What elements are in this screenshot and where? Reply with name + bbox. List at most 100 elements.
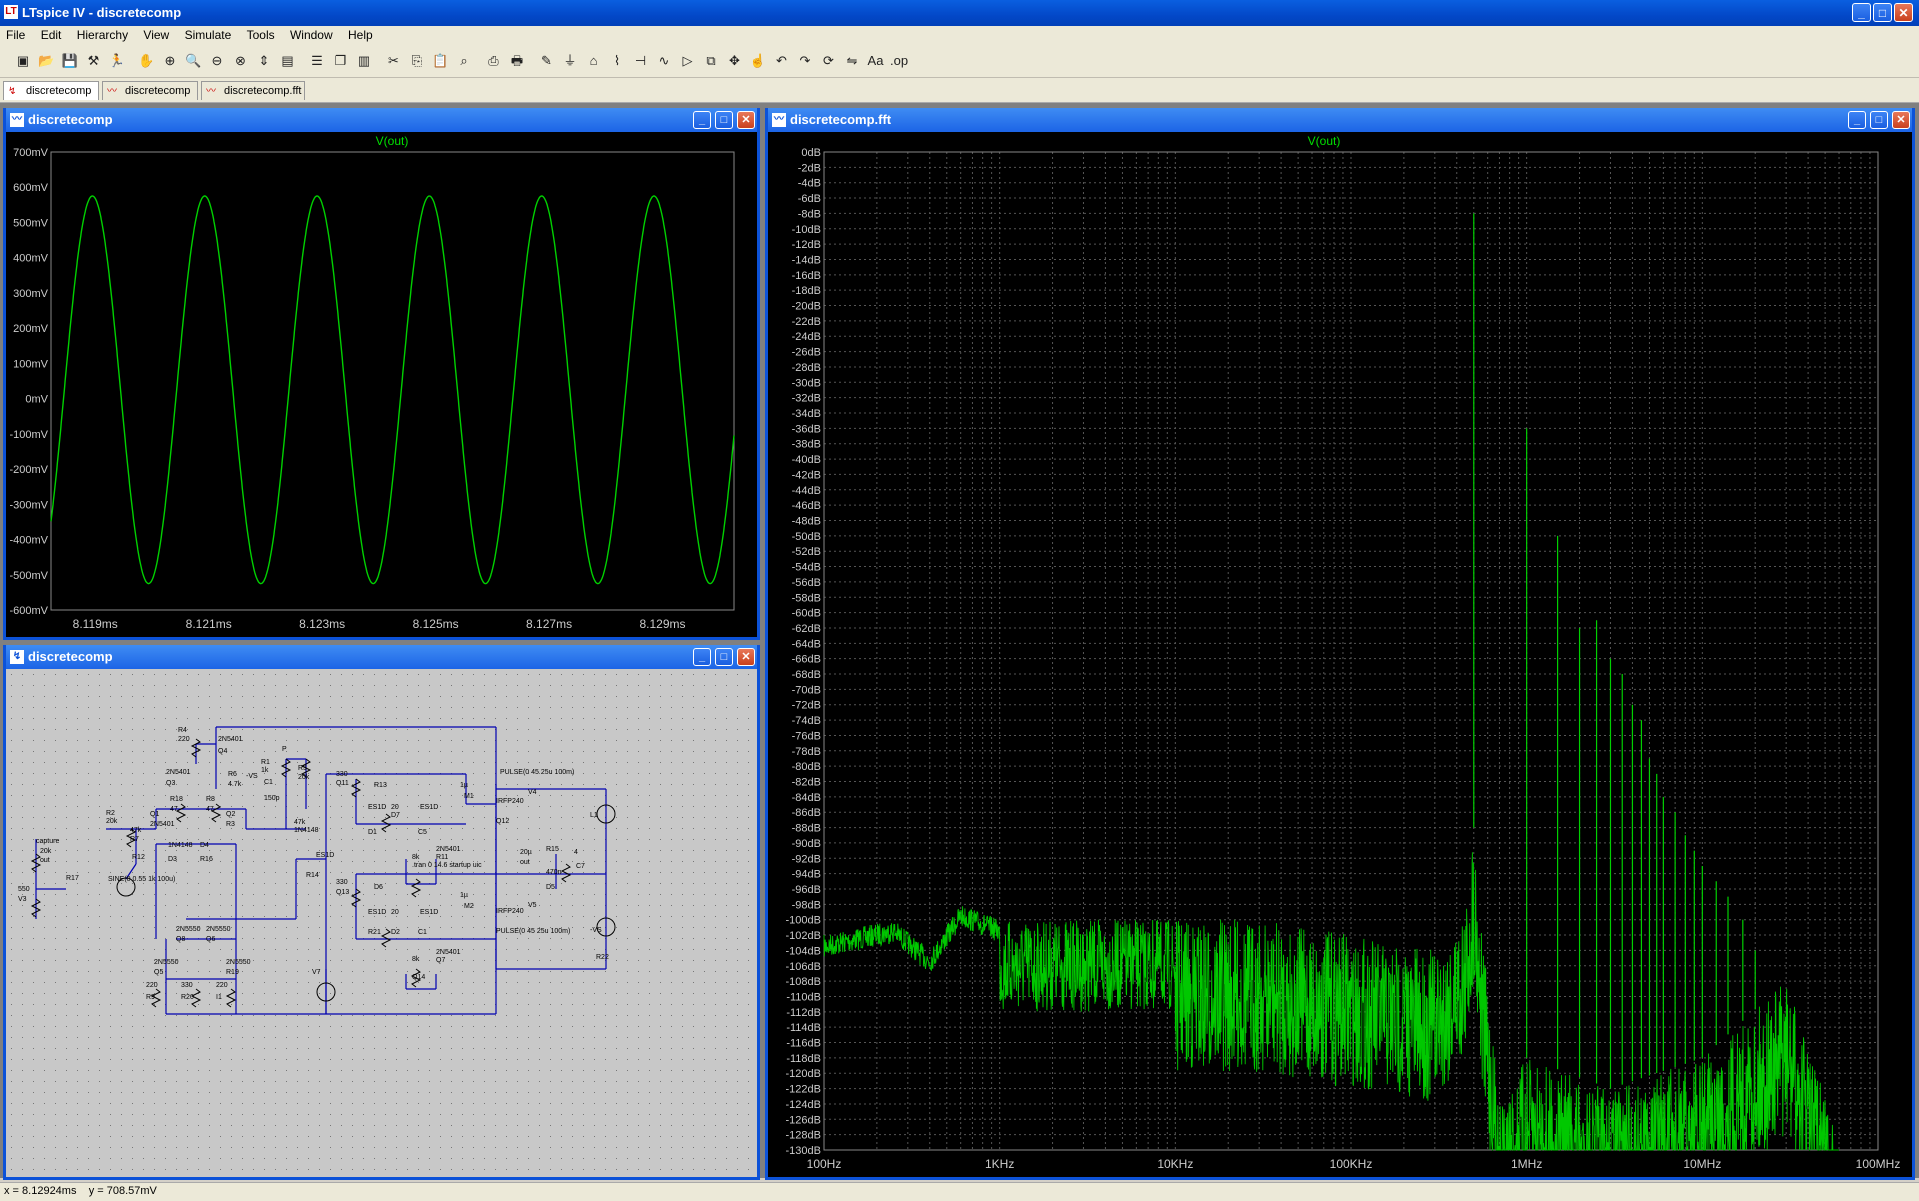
tab-fft[interactable]: 〰 discretecomp.fft bbox=[201, 81, 305, 100]
ltspice-app-icon[interactable]: LT bbox=[4, 5, 18, 19]
menu-simulate[interactable]: Simulate bbox=[179, 26, 238, 42]
schematic-canvas[interactable]: R4220 2N5401Q42N5401Q3R64.7k-VSR11kC1150p… bbox=[6, 669, 757, 1180]
autorange-icon[interactable]: ⇕ bbox=[255, 52, 273, 70]
minimize-button[interactable]: _ bbox=[1848, 111, 1866, 129]
component-label: P bbox=[282, 746, 287, 753]
trace-label[interactable]: V(out) bbox=[1308, 134, 1341, 148]
y-tick-label: -130dB bbox=[786, 1145, 821, 1157]
y-tick-label: -120dB bbox=[786, 1068, 821, 1080]
tile-horizontal-icon[interactable]: ☰ bbox=[308, 52, 326, 70]
component-label: C1 bbox=[418, 929, 427, 936]
fft-window-title-bar[interactable]: 〰 discretecomp.fft _ □ ✕ bbox=[768, 108, 1912, 132]
fft-plot[interactable]: V(out) 0dB -2dB -4dB -6dB -8dB -10dB -12dB -14d… bbox=[768, 132, 1912, 1180]
y-tick-label: -500mV bbox=[9, 570, 48, 582]
maximize-button[interactable]: □ bbox=[715, 111, 733, 129]
zoom-out-icon[interactable]: ⊖ bbox=[208, 52, 226, 70]
label-icon[interactable]: ⌂ bbox=[585, 52, 603, 70]
component-label: Q12 bbox=[496, 818, 509, 825]
diode-icon[interactable]: ▷ bbox=[679, 52, 697, 70]
print-icon[interactable]: 🖶 bbox=[508, 52, 526, 70]
close-button[interactable]: ✕ bbox=[737, 648, 755, 666]
redo-icon[interactable]: ↷ bbox=[796, 52, 814, 70]
trace-label[interactable]: V(out) bbox=[376, 134, 409, 148]
spice-directive-icon[interactable]: .op bbox=[890, 52, 908, 70]
rotate-icon[interactable]: ⟳ bbox=[820, 52, 838, 70]
maximize-button[interactable]: □ bbox=[715, 648, 733, 666]
close-button[interactable]: ✕ bbox=[737, 111, 755, 129]
cut-icon[interactable]: ✂ bbox=[385, 52, 403, 70]
noise-floor-series bbox=[823, 852, 1839, 1152]
component-label: 20µ bbox=[520, 849, 532, 856]
y-tick-label: 0mV bbox=[25, 394, 48, 406]
cascade-icon[interactable]: ❐ bbox=[332, 52, 350, 70]
zoom-cancel-icon[interactable]: ⊗ bbox=[232, 52, 250, 70]
inductor-icon[interactable]: ∿ bbox=[655, 52, 673, 70]
copy-icon[interactable]: ⎘ bbox=[408, 52, 426, 70]
tile-vertical-icon[interactable]: ▥ bbox=[355, 52, 373, 70]
minimize-button[interactable]: _ bbox=[693, 648, 711, 666]
menu-window[interactable]: Window bbox=[284, 26, 339, 42]
transient-plot[interactable]: V(out) 700mV 600mV 500mV 400mV 300mV 200mV 100… bbox=[6, 132, 757, 640]
y-tick-label: -122dB bbox=[786, 1084, 821, 1096]
y-tick-label: -86dB bbox=[792, 807, 821, 819]
minimize-button[interactable]: _ bbox=[1852, 3, 1871, 22]
maximize-button[interactable]: □ bbox=[1870, 111, 1888, 129]
tab-schematic[interactable]: ↯ discretecomp bbox=[3, 81, 99, 100]
close-button[interactable]: ✕ bbox=[1892, 111, 1910, 129]
y-tick-label: -40dB bbox=[792, 454, 821, 466]
new-schematic-icon[interactable]: ▣ bbox=[14, 52, 32, 70]
mirror-icon[interactable]: ⇋ bbox=[843, 52, 861, 70]
component-label: D7 bbox=[391, 812, 400, 819]
resistor-icon[interactable]: ⌇ bbox=[608, 52, 626, 70]
component-icon[interactable]: ⧉ bbox=[702, 52, 720, 70]
y-tick-label: -52dB bbox=[792, 546, 821, 558]
component-label: 20k bbox=[106, 818, 118, 825]
y-tick-label: -36dB bbox=[792, 423, 821, 435]
mark-icon[interactable]: ▤ bbox=[279, 52, 297, 70]
component-label: R3 bbox=[226, 821, 235, 828]
print-preview-icon[interactable]: ⎙ bbox=[485, 52, 503, 70]
x-tick-label: 8.119ms bbox=[73, 617, 118, 631]
capacitor-icon[interactable]: ⊣ bbox=[632, 52, 650, 70]
component-label: out bbox=[520, 859, 530, 866]
y-tick-label: -10dB bbox=[792, 224, 821, 236]
menu-view[interactable]: View bbox=[137, 26, 175, 42]
window-title: discretecomp bbox=[28, 112, 113, 127]
wire-icon[interactable]: ✎ bbox=[538, 52, 556, 70]
find-icon[interactable]: ⌕ bbox=[455, 52, 473, 70]
drag-icon[interactable]: ☝ bbox=[749, 52, 767, 70]
halt-icon[interactable]: ✋ bbox=[138, 52, 156, 70]
component-label: 220 bbox=[216, 982, 228, 989]
component-label: Q14 bbox=[412, 974, 425, 981]
menu-tools[interactable]: Tools bbox=[241, 26, 281, 42]
maximize-button[interactable]: □ bbox=[1873, 3, 1892, 22]
move-icon[interactable]: ✥ bbox=[726, 52, 744, 70]
component-label: D4 bbox=[200, 842, 209, 849]
ground-icon[interactable]: ⏚ bbox=[561, 52, 579, 70]
close-button[interactable]: ✕ bbox=[1894, 3, 1913, 22]
y-tick-label: -118dB bbox=[786, 1053, 821, 1065]
component-label: R13 bbox=[374, 782, 387, 789]
paste-icon[interactable]: 📋 bbox=[432, 52, 450, 70]
zoom-in-icon[interactable]: ⊕ bbox=[161, 52, 179, 70]
text-icon[interactable]: Aa bbox=[867, 52, 885, 70]
menu-hierarchy[interactable]: Hierarchy bbox=[71, 26, 134, 42]
x-tick-label: 1KHz bbox=[985, 1157, 1014, 1171]
menu-file[interactable]: File bbox=[0, 26, 31, 42]
run-icon[interactable]: 🏃 bbox=[108, 52, 126, 70]
component-label: 20k bbox=[40, 848, 52, 855]
menu-edit[interactable]: Edit bbox=[35, 26, 68, 42]
schematic-window-title-bar[interactable]: ↯ discretecomp _ □ ✕ bbox=[6, 645, 757, 669]
tab-waveform[interactable]: 〰 discretecomp bbox=[102, 81, 198, 100]
y-tick-label: -114dB bbox=[786, 1022, 821, 1034]
open-icon[interactable]: 📂 bbox=[38, 52, 56, 70]
waveform-window-title-bar[interactable]: 〰 discretecomp _ □ ✕ bbox=[6, 108, 757, 132]
zoom-area-icon[interactable]: 🔍 bbox=[185, 52, 203, 70]
menu-help[interactable]: Help bbox=[342, 26, 379, 42]
minimize-button[interactable]: _ bbox=[693, 111, 711, 129]
save-icon[interactable]: 💾 bbox=[61, 52, 79, 70]
undo-icon[interactable]: ↶ bbox=[773, 52, 791, 70]
control-panel-icon[interactable]: ⚒ bbox=[85, 52, 103, 70]
y-tick-label: -66dB bbox=[792, 654, 821, 666]
schematic-window: ↯ discretecomp _ □ ✕ R4 220 2N5401 Q4 2N5401… bbox=[3, 645, 760, 1180]
